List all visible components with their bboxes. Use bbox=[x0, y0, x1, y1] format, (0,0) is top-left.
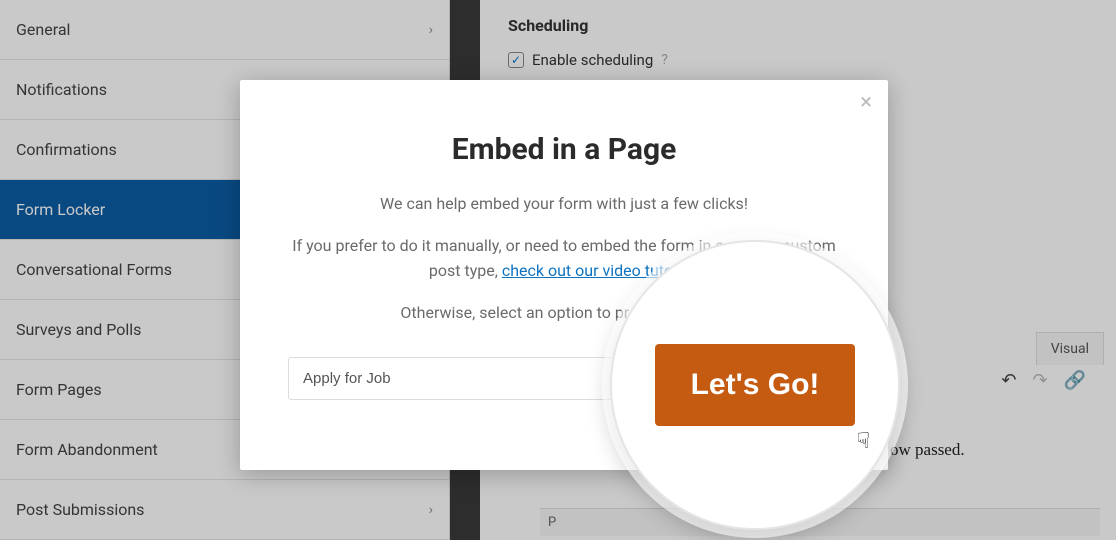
modal-title: Embed in a Page bbox=[288, 132, 840, 167]
lets-go-button[interactable]: Let's Go! bbox=[655, 344, 856, 426]
close-button[interactable]: × bbox=[860, 92, 872, 114]
magnifier-circle: Let's Go! ☟ bbox=[610, 240, 900, 530]
modal-intro: We can help embed your form with just a … bbox=[288, 191, 840, 217]
pointer-cursor-icon: ☟ bbox=[855, 429, 872, 454]
